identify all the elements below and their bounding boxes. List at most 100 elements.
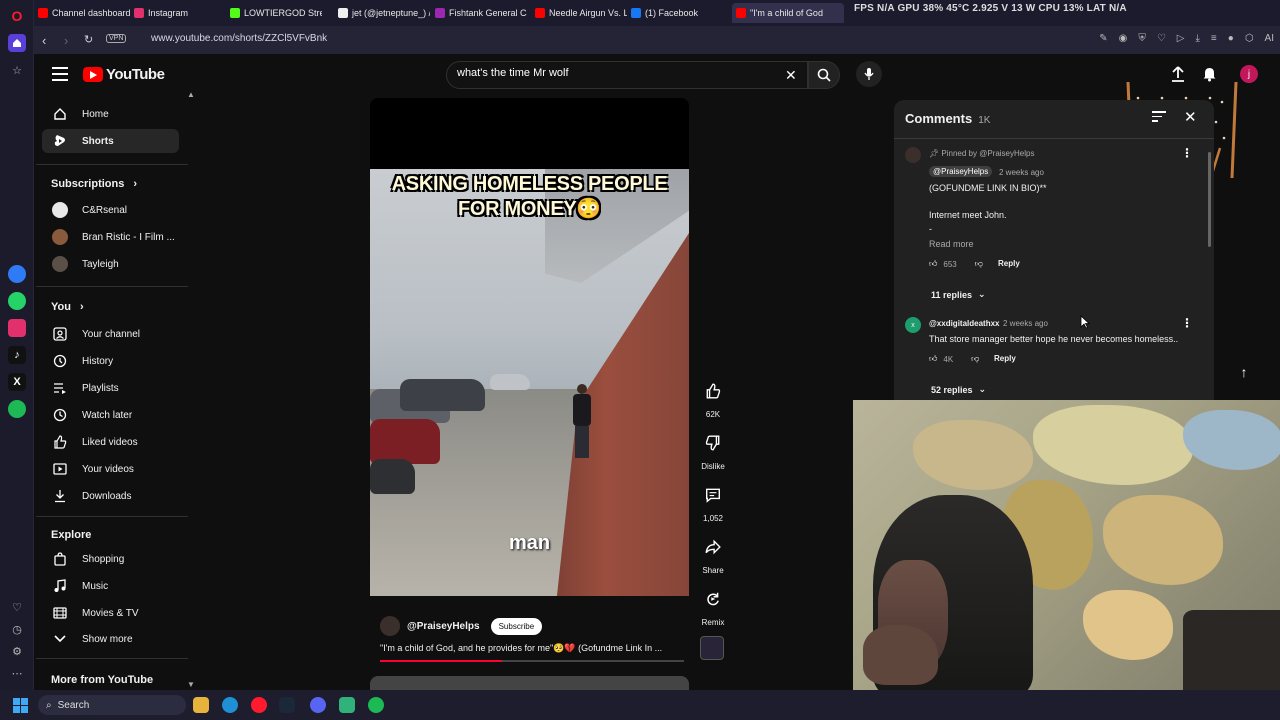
sidebar-item-history[interactable]: History bbox=[42, 349, 179, 373]
shorts-video-player[interactable]: ASKING HOMELESS PEOPLE FOR MONEY😳 man bbox=[370, 98, 689, 596]
sidebar-item-liked-videos[interactable]: Liked videos bbox=[42, 430, 179, 454]
tab-facebook[interactable]: (1) Facebook bbox=[631, 3, 723, 23]
whatsapp-icon[interactable] bbox=[8, 292, 26, 310]
search-button[interactable] bbox=[808, 61, 840, 89]
sidebar-item-your-channel[interactable]: Your channel bbox=[42, 322, 179, 346]
windows-start-icon[interactable] bbox=[13, 698, 28, 713]
home-icon[interactable] bbox=[8, 34, 26, 52]
steam-icon[interactable] bbox=[279, 697, 295, 713]
spotify-icon[interactable] bbox=[8, 400, 26, 418]
sidebar-item-music[interactable]: Music bbox=[42, 574, 179, 598]
menu-icon[interactable] bbox=[52, 67, 68, 81]
remix-button[interactable]: Remix bbox=[698, 586, 728, 627]
tab-current-short[interactable]: "I'm a child of God bbox=[732, 3, 844, 23]
sidebar-item-watch-later[interactable]: Watch later bbox=[42, 403, 179, 427]
comment-more-icon[interactable]: ⋮ bbox=[1181, 316, 1193, 330]
edit-icon[interactable]: ✎ bbox=[1099, 33, 1107, 44]
back-icon[interactable]: ‹ bbox=[42, 33, 46, 48]
comment-author[interactable]: @xxdigitaldeathxx bbox=[929, 319, 1000, 328]
you-heading[interactable]: You › bbox=[51, 301, 84, 313]
subscriptions-heading[interactable]: Subscriptions › bbox=[51, 178, 137, 190]
tab-fishtank[interactable]: Fishtank General Can bbox=[435, 3, 527, 23]
comment-time[interactable]: 2 weeks ago bbox=[999, 168, 1044, 177]
comment-more-icon[interactable]: ⋮ bbox=[1181, 146, 1193, 160]
sort-icon[interactable] bbox=[1152, 111, 1166, 125]
play-icon[interactable]: ▷ bbox=[1177, 33, 1185, 44]
star-icon[interactable]: ☆ bbox=[8, 61, 26, 79]
comments-button[interactable]: 1,052 bbox=[698, 482, 728, 523]
comment-time[interactable]: 2 weeks ago bbox=[1003, 319, 1048, 328]
channel-name[interactable]: @PraiseyHelps bbox=[407, 621, 480, 632]
comment-author[interactable]: @PraiseyHelps bbox=[929, 166, 993, 177]
sidebar-item-movies[interactable]: Movies & TV bbox=[42, 601, 179, 625]
x-icon[interactable]: X bbox=[8, 373, 26, 391]
download-icon[interactable]: ⤓ bbox=[1196, 33, 1200, 44]
read-more-link[interactable]: Read more bbox=[929, 239, 974, 249]
opera-gx-icon[interactable] bbox=[251, 697, 267, 713]
tab-needle-airgun[interactable]: Needle Airgun Vs. Le bbox=[535, 3, 627, 23]
more-icon[interactable]: ⋯ bbox=[8, 664, 26, 682]
edge-icon[interactable] bbox=[222, 697, 238, 713]
vpn-badge[interactable]: VPN bbox=[106, 34, 127, 43]
youtube-logo[interactable]: YouTube bbox=[83, 66, 165, 83]
tab-channel-dashboard[interactable]: Channel dashboard bbox=[38, 3, 132, 23]
url-text[interactable]: www.youtube.com/shorts/ZZCl5VFvBnk bbox=[151, 33, 327, 44]
tab-x-profile[interactable]: jet (@jetneptune_) / X bbox=[338, 3, 430, 23]
shield-icon[interactable]: ⛨ bbox=[1138, 33, 1146, 44]
dislike-button[interactable]: Dislike bbox=[698, 430, 728, 471]
messenger-icon[interactable] bbox=[8, 265, 26, 283]
sidebar-item-subscription[interactable]: C&Rsenal bbox=[42, 198, 179, 222]
next-short-preview[interactable] bbox=[370, 676, 689, 690]
reload-icon[interactable]: ↻ bbox=[84, 33, 93, 46]
reply-button[interactable]: Reply bbox=[998, 259, 1020, 268]
sidebar-item-playlists[interactable]: Playlists bbox=[42, 376, 179, 400]
instagram-icon[interactable] bbox=[8, 319, 26, 337]
clear-search-icon[interactable]: ✕ bbox=[785, 67, 797, 84]
settings-icon[interactable]: ⚙ bbox=[8, 642, 26, 660]
ai-button[interactable]: AI bbox=[1265, 33, 1274, 44]
comments-scrollbar[interactable] bbox=[1208, 152, 1211, 247]
video-progress-bar[interactable] bbox=[380, 660, 684, 662]
sidebar-scroll-down-icon[interactable]: ▼ bbox=[187, 680, 195, 689]
close-icon[interactable]: ✕ bbox=[1184, 108, 1197, 126]
commenter-avatar[interactable] bbox=[905, 147, 921, 163]
cube-icon[interactable]: ⬡ bbox=[1245, 33, 1254, 44]
sidebar-scroll-up-icon[interactable]: ▲ bbox=[187, 90, 195, 99]
video-description[interactable]: "I'm a child of God, and he provides for… bbox=[380, 643, 680, 654]
app-icon[interactable] bbox=[339, 697, 355, 713]
sidebar-item-show-more[interactable]: Show more bbox=[42, 627, 179, 651]
thumbs-up-icon[interactable]: 👍︎ bbox=[929, 259, 937, 269]
view-replies-button[interactable]: 11 replies ⌄ bbox=[931, 289, 986, 300]
commenter-avatar[interactable]: x bbox=[905, 317, 921, 333]
thumbs-up-icon[interactable]: 👍︎ bbox=[929, 354, 937, 364]
search-input[interactable] bbox=[457, 67, 777, 79]
tab-instagram[interactable]: Instagram bbox=[134, 3, 224, 23]
channel-avatar[interactable] bbox=[380, 616, 400, 636]
share-button[interactable]: Share bbox=[698, 534, 728, 575]
reply-button[interactable]: Reply bbox=[994, 354, 1016, 363]
sound-source-thumbnail[interactable] bbox=[700, 636, 724, 660]
camera-icon[interactable]: ◉ bbox=[1119, 33, 1128, 44]
history-icon[interactable]: ◷ bbox=[8, 620, 26, 638]
voice-search-button[interactable] bbox=[856, 61, 882, 87]
file-explorer-icon[interactable] bbox=[193, 697, 209, 713]
list-icon[interactable]: ≡ bbox=[1211, 33, 1217, 44]
sidebar-item-shopping[interactable]: Shopping bbox=[42, 547, 179, 571]
sidebar-item-downloads[interactable]: Downloads bbox=[42, 484, 179, 508]
like-button[interactable]: 62K bbox=[698, 378, 728, 419]
subscribe-button[interactable]: Subscribe bbox=[490, 617, 543, 635]
account-avatar[interactable]: j bbox=[1240, 65, 1258, 83]
forward-icon[interactable]: › bbox=[64, 33, 68, 48]
heart-icon[interactable]: ♡ bbox=[1157, 33, 1166, 44]
tab-kick-stream[interactable]: LOWTIERGOD Stream bbox=[230, 3, 322, 23]
thumbs-down-icon[interactable]: 👎︎ bbox=[971, 354, 979, 364]
heart-icon[interactable]: ♡ bbox=[8, 598, 26, 616]
sidebar-item-subscription[interactable]: Bran Ristic - I Film ... bbox=[42, 225, 179, 249]
sidebar-item-shorts[interactable]: Shorts bbox=[42, 129, 179, 153]
sidebar-item-home[interactable]: Home bbox=[42, 102, 179, 126]
taskbar-search[interactable]: ⌕ Search bbox=[38, 695, 186, 715]
tiktok-icon[interactable]: ♪ bbox=[8, 346, 26, 364]
scroll-to-top-button[interactable]: ↑ bbox=[1230, 358, 1258, 386]
sidebar-item-your-videos[interactable]: Your videos bbox=[42, 457, 179, 481]
sidebar-item-subscription[interactable]: Tayleigh bbox=[42, 252, 179, 276]
